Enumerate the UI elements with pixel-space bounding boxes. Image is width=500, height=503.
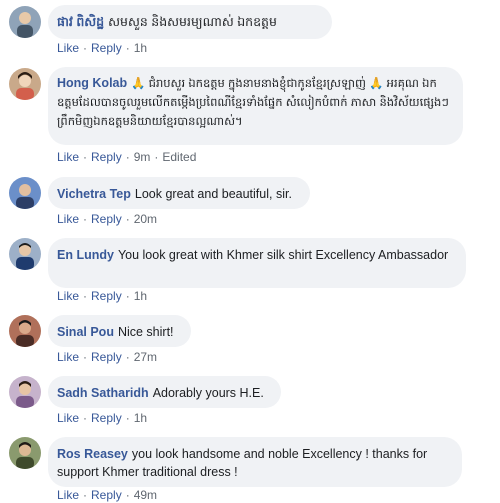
comment-bubble: Sinal Pou Nice shirt! bbox=[48, 315, 191, 347]
reply-button[interactable]: Reply bbox=[91, 41, 122, 55]
reply-button[interactable]: Reply bbox=[91, 411, 122, 425]
comment-text: Look great and beautiful, sir. bbox=[134, 187, 292, 201]
comment-author[interactable]: Vichetra Tep bbox=[57, 187, 131, 201]
comment-author[interactable]: Sadh Satharidh bbox=[57, 386, 149, 400]
comment-bubble: En Lundy You look great with Khmer silk s… bbox=[48, 238, 466, 288]
comment-time[interactable]: 1h bbox=[134, 289, 147, 303]
comment-actions: Like · Reply · 20m bbox=[57, 212, 158, 226]
like-button[interactable]: Like bbox=[57, 212, 79, 226]
avatar[interactable] bbox=[9, 376, 41, 408]
comment-bubble: Hong Kolab 🙏 ជំរាបសួរ ឯកឧត្តម ក្នុងនាមនាង… bbox=[48, 67, 463, 145]
edited-label[interactable]: Edited bbox=[162, 150, 196, 164]
avatar[interactable] bbox=[9, 238, 41, 270]
comment-author[interactable]: Ros Reasey bbox=[57, 447, 128, 461]
reply-button[interactable]: Reply bbox=[91, 350, 122, 364]
comment-text: Adorably yours H.E. bbox=[152, 386, 264, 400]
like-button[interactable]: Like bbox=[57, 41, 79, 55]
comment-actions: Like · Reply · 1h bbox=[57, 41, 148, 55]
comment-time[interactable]: 1h bbox=[134, 411, 147, 425]
comment-time[interactable]: 20m bbox=[134, 212, 157, 226]
comment-bubble: Ros Reasey you look handsome and noble Ex… bbox=[48, 437, 462, 487]
comment-bubble: ផាវ ពិសិដ្ឋ សមសួន និងសមរម្យណាស់ ឯកឧត្តម bbox=[48, 5, 332, 39]
comment-author[interactable]: En Lundy bbox=[57, 248, 114, 262]
avatar[interactable] bbox=[9, 437, 41, 469]
comment-text: You look great with Khmer silk shirt Exc… bbox=[117, 248, 449, 262]
comment-text: សមសួន និងសមរម្យណាស់ ឯកឧត្តម bbox=[108, 15, 277, 29]
comment-author[interactable]: Hong Kolab bbox=[57, 76, 127, 90]
reply-button[interactable]: Reply bbox=[91, 212, 122, 226]
comment-actions: Like · Reply · 1h bbox=[57, 411, 148, 425]
comment-actions: Like · Reply · 1h bbox=[57, 289, 148, 303]
like-button[interactable]: Like bbox=[57, 289, 79, 303]
comment-time[interactable]: 1h bbox=[134, 41, 147, 55]
comment-time[interactable]: 9m bbox=[134, 150, 151, 164]
comment-actions: Like · Reply · 49m bbox=[57, 488, 158, 502]
avatar[interactable] bbox=[9, 177, 41, 209]
like-button[interactable]: Like bbox=[57, 411, 79, 425]
comment-actions: Like · Reply · 9m · Edited bbox=[57, 150, 197, 164]
avatar[interactable] bbox=[9, 68, 41, 100]
reply-button[interactable]: Reply bbox=[91, 289, 122, 303]
comment-bubble: Sadh Satharidh Adorably yours H.E. bbox=[48, 376, 281, 408]
reply-button[interactable]: Reply bbox=[91, 150, 122, 164]
comment-author[interactable]: ផាវ ពិសិដ្ឋ bbox=[57, 15, 104, 29]
like-button[interactable]: Like bbox=[57, 350, 79, 364]
avatar[interactable] bbox=[9, 315, 41, 347]
comment-time[interactable]: 27m bbox=[134, 350, 157, 364]
comment-actions: Like · Reply · 27m bbox=[57, 350, 158, 364]
comment-author[interactable]: Sinal Pou bbox=[57, 325, 114, 339]
comment-bubble: Vichetra Tep Look great and beautiful, si… bbox=[48, 177, 310, 209]
avatar[interactable] bbox=[9, 6, 41, 38]
comment-text: Nice shirt! bbox=[117, 325, 174, 339]
like-button[interactable]: Like bbox=[57, 150, 79, 164]
